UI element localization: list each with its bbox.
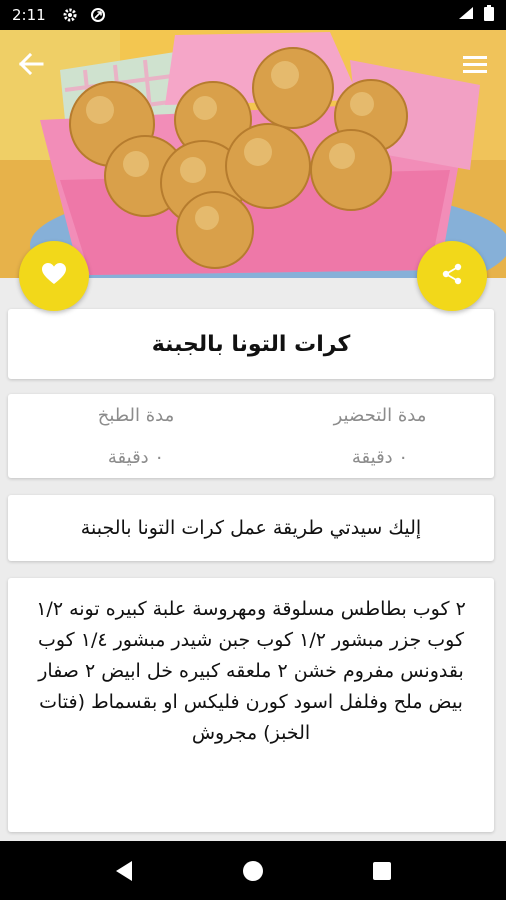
prep-time-label: مدة التحضير <box>333 405 427 426</box>
top-app-bar <box>0 30 506 98</box>
settings-gear-icon <box>62 7 78 23</box>
status-time: 2:11 <box>12 6 46 24</box>
back-arrow-icon[interactable] <box>18 53 44 75</box>
ingredients-card: ٢ كوب بطاطس مسلوقة ومهروسة علبة كبيره تو… <box>8 578 494 832</box>
recipe-title-card: كرات التونا بالجبنة <box>8 309 494 379</box>
cook-time-label: مدة الطبخ <box>97 405 175 426</box>
recipe-title: كرات التونا بالجبنة <box>151 331 351 357</box>
status-bar: 2:11 <box>0 0 506 30</box>
wifi-signal-icon <box>458 6 474 24</box>
battery-icon <box>484 5 494 25</box>
data-saver-icon <box>90 7 106 23</box>
recipe-intro-card: إليك سيدتي طريقة عمل كرات التونا بالجبنة <box>8 495 494 561</box>
prep-time-value: ٠ دقيقة <box>351 447 409 468</box>
system-navigation-bar <box>0 841 506 900</box>
share-icon <box>441 263 463 289</box>
nav-back-icon[interactable] <box>114 860 134 882</box>
share-button[interactable] <box>417 241 487 311</box>
recipe-intro-text: إليك سيدتي طريقة عمل كرات التونا بالجبنة <box>80 517 422 539</box>
hamburger-menu-icon[interactable] <box>462 54 488 74</box>
favorite-button[interactable] <box>19 241 89 311</box>
cook-time-value: ٠ دقيقة <box>107 447 165 468</box>
recipe-time-card: مدة التحضير ٠ دقيقة مدة الطبخ ٠ دقيقة <box>8 394 494 478</box>
cook-time-section: مدة الطبخ ٠ دقيقة <box>36 400 236 472</box>
recipe-hero-image <box>0 30 506 278</box>
ingredients-text: ٢ كوب بطاطس مسلوقة ومهروسة علبة كبيره تو… <box>36 598 466 744</box>
nav-recents-icon[interactable] <box>372 861 392 881</box>
heart-icon <box>41 262 67 290</box>
nav-home-icon[interactable] <box>242 860 264 882</box>
prep-time-section: مدة التحضير ٠ دقيقة <box>280 400 480 472</box>
